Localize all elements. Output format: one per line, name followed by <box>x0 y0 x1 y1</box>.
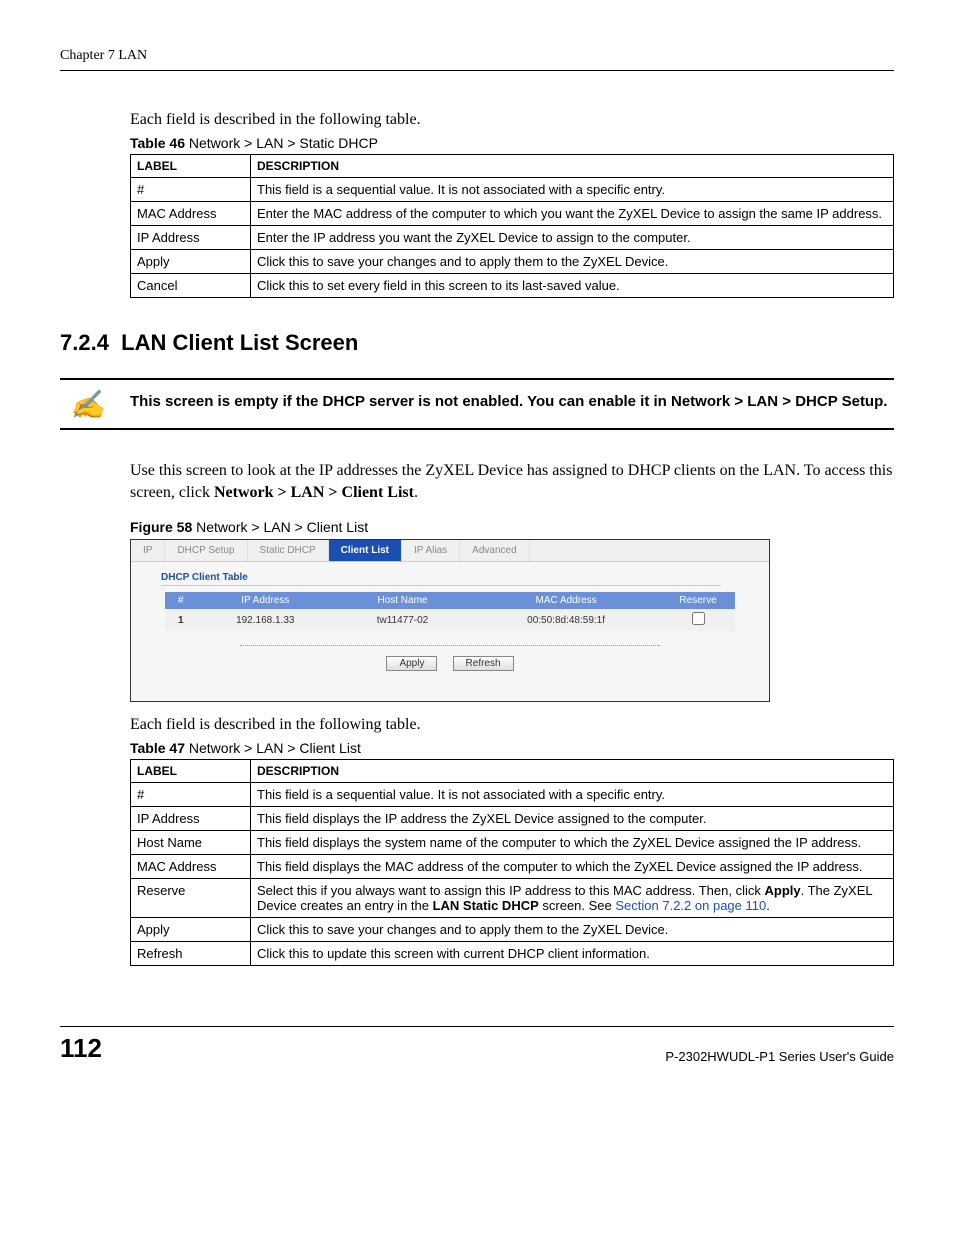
table47-caption-bold: Table 47 <box>130 740 185 756</box>
refresh-button[interactable]: Refresh <box>453 656 514 671</box>
tab-static-dhcp[interactable]: Static DHCP <box>248 540 329 561</box>
table46-col-label: LABEL <box>131 155 251 178</box>
note-block: ✍ This screen is empty if the DHCP serve… <box>60 378 894 430</box>
table46: LABEL DESCRIPTION #This field is a seque… <box>130 154 894 298</box>
table-row: ApplyClick this to save your changes and… <box>131 918 894 942</box>
tab-ip-alias[interactable]: IP Alias <box>402 540 460 561</box>
tab-dhcp-setup[interactable]: DHCP Setup <box>165 540 247 561</box>
table-row: RefreshClick this to update this screen … <box>131 942 894 966</box>
figure58-caption: Figure 58 Network > LAN > Client List <box>130 519 894 535</box>
section-number: 7.2.4 <box>60 330 109 355</box>
tab-ip[interactable]: IP <box>131 540 165 561</box>
chapter-label: Chapter 7 LAN <box>60 48 147 64</box>
table47: LABEL DESCRIPTION #This field is a seque… <box>130 759 894 966</box>
table-row: MAC AddressEnter the MAC address of the … <box>131 202 894 226</box>
client-col-reserve: Reserve <box>661 592 735 609</box>
page-number: 112 <box>60 1033 102 1064</box>
client-col-num: # <box>165 592 197 609</box>
table-row: MAC AddressThis field displays the MAC a… <box>131 855 894 879</box>
divider <box>240 645 660 646</box>
client-col-mac: MAC Address <box>471 592 661 609</box>
table46-col-desc: DESCRIPTION <box>251 155 894 178</box>
figure58-caption-rest: Network > LAN > Client List <box>192 519 368 535</box>
client-row-mac: 00:50:8d:48:59:1f <box>471 609 661 631</box>
table-row: IP AddressEnter the IP address you want … <box>131 226 894 250</box>
client-row-host: tw11477-02 <box>334 609 471 631</box>
table47-caption-rest: Network > LAN > Client List <box>185 740 361 756</box>
intro-text-2: Each field is described in the following… <box>130 716 894 734</box>
figure58-ui: IP DHCP Setup Static DHCP Client List IP… <box>130 539 770 702</box>
table46-caption-bold: Table 46 <box>130 135 185 151</box>
figure-subhead: DHCP Client Table <box>161 572 721 586</box>
figure58-caption-bold: Figure 58 <box>130 519 192 535</box>
button-row: Apply Refresh <box>131 656 769 671</box>
table47-col-label: LABEL <box>131 760 251 783</box>
client-col-host: Host Name <box>334 592 471 609</box>
page-header: Chapter 7 LAN <box>60 48 894 71</box>
table47-col-desc: DESCRIPTION <box>251 760 894 783</box>
table-row: #This field is a sequential value. It is… <box>131 178 894 202</box>
reserve-checkbox[interactable] <box>692 612 705 625</box>
client-row: 1 192.168.1.33 tw11477-02 00:50:8d:48:59… <box>165 609 735 631</box>
client-col-ip: IP Address <box>197 592 334 609</box>
section-heading: 7.2.4 LAN Client List Screen <box>60 330 894 356</box>
table-row: #This field is a sequential value. It is… <box>131 783 894 807</box>
table46-caption-rest: Network > LAN > Static DHCP <box>185 135 378 151</box>
note-text: This screen is empty if the DHCP server … <box>130 392 894 412</box>
client-table: # IP Address Host Name MAC Address Reser… <box>165 592 735 631</box>
tab-client-list[interactable]: Client List <box>329 540 402 561</box>
body-paragraph: Use this screen to look at the IP addres… <box>130 460 894 503</box>
page-footer: 112 P-2302HWUDL-P1 Series User's Guide <box>60 1026 894 1064</box>
table-row: CancelClick this to set every field in t… <box>131 274 894 298</box>
section-title: LAN Client List Screen <box>121 330 358 355</box>
table47-caption: Table 47 Network > LAN > Client List <box>130 740 894 756</box>
cross-ref-link[interactable]: Section 7.2.2 on page 110 <box>615 898 766 913</box>
table46-caption: Table 46 Network > LAN > Static DHCP <box>130 135 894 151</box>
table-row-reserve: Reserve Select this if you always want t… <box>131 879 894 918</box>
table-row: IP AddressThis field displays the IP add… <box>131 807 894 831</box>
note-icon: ✍ <box>60 392 130 420</box>
table-row: Host NameThis field displays the system … <box>131 831 894 855</box>
intro-text-1: Each field is described in the following… <box>130 111 894 129</box>
table-row: ApplyClick this to save your changes and… <box>131 250 894 274</box>
apply-button[interactable]: Apply <box>386 656 437 671</box>
tab-advanced[interactable]: Advanced <box>460 540 529 561</box>
client-row-num: 1 <box>178 615 184 626</box>
client-row-ip: 192.168.1.33 <box>197 609 334 631</box>
guide-name: P-2302HWUDL-P1 Series User's Guide <box>665 1049 894 1064</box>
figure-tabs: IP DHCP Setup Static DHCP Client List IP… <box>131 540 769 562</box>
